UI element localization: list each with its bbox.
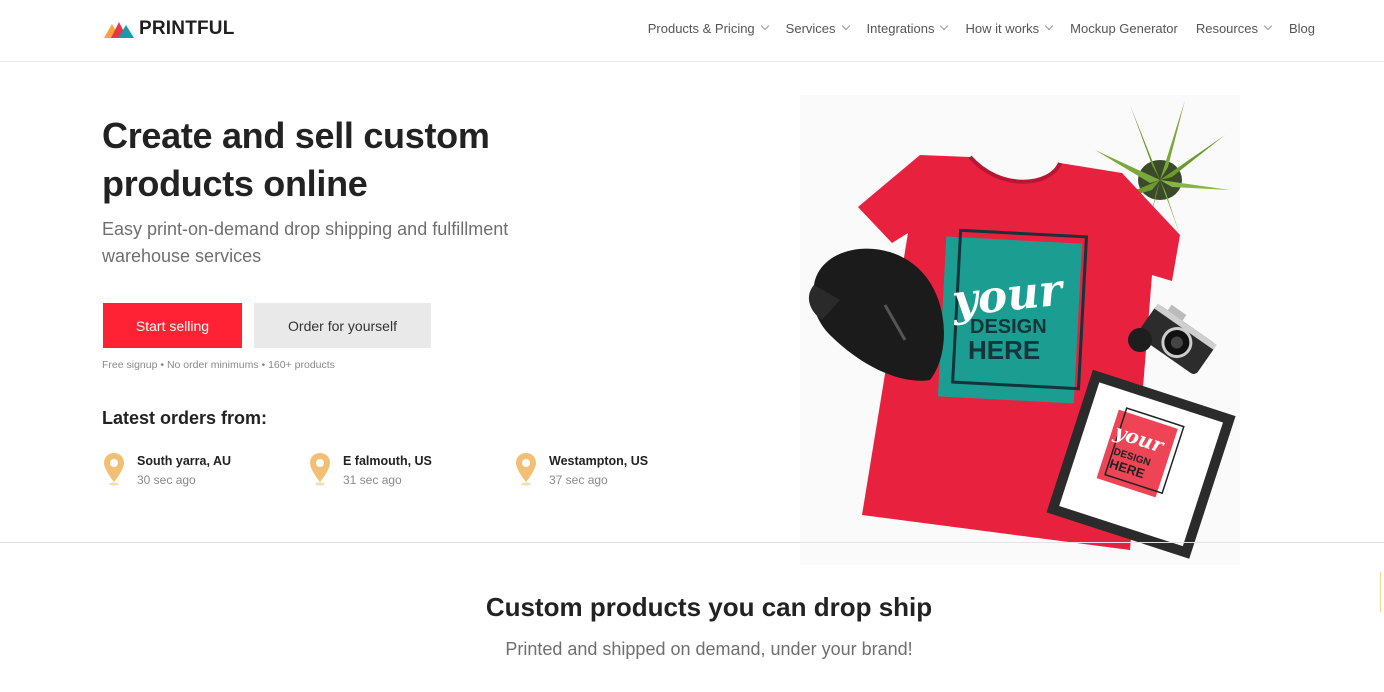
mountain-logo-icon — [104, 22, 134, 38]
nav-label: Services — [785, 20, 836, 36]
order-time: 30 sec ago — [137, 473, 196, 487]
order-item: South yarra, AU 30 sec ago — [103, 452, 231, 490]
location-pin-icon — [104, 453, 124, 486]
hero-product-image: your DESIGN HERE your DESIGN HERE — [800, 95, 1240, 565]
chevron-down-icon — [1044, 21, 1054, 31]
nav-label: How it works — [965, 20, 1040, 36]
order-item: Westampton, US 37 sec ago — [515, 452, 648, 490]
nav-mockup-generator[interactable]: Mockup Generator — [1070, 21, 1178, 36]
hero-title: Create and sell custom products online — [102, 112, 622, 208]
brand-name: PRINTFUL — [139, 18, 235, 39]
nav-label: Blog — [1288, 20, 1315, 36]
chevron-down-icon — [1263, 21, 1273, 31]
tshirt-flatlay-illustration: your DESIGN HERE your DESIGN HERE — [808, 100, 1236, 559]
hero-subtitle: Easy print-on-demand drop shipping and f… — [102, 219, 509, 266]
nav-label: Resources — [1195, 20, 1258, 36]
order-location: E falmouth, US — [343, 454, 432, 468]
location-pin-icon — [516, 453, 536, 486]
nav-services[interactable]: Services — [785, 20, 850, 36]
order-time: 31 sec ago — [343, 473, 402, 487]
chevron-down-icon — [940, 21, 949, 31]
latest-orders-title: Latest orders from: — [102, 408, 268, 428]
nav-products-pricing[interactable]: Products & Pricing — [647, 20, 769, 36]
section-subtitle: Printed and shipped on demand, under you… — [505, 639, 913, 659]
order-item: E falmouth, US 31 sec ago — [309, 452, 432, 490]
nav-label: Integrations — [866, 20, 935, 36]
order-location: Westampton, US — [549, 454, 649, 468]
nav-integrations[interactable]: Integrations — [866, 20, 949, 36]
main-nav: Products & Pricing Services Integrations… — [648, 19, 1315, 37]
section-title: Custom products you can drop ship — [485, 592, 933, 622]
order-location: South yarra, AU — [137, 454, 232, 468]
shirt-print-text-3: HERE — [968, 335, 1040, 365]
nav-label: Products & Pricing — [647, 20, 755, 36]
order-for-yourself-button[interactable]: Order for yourself — [254, 303, 431, 348]
hero-title-line-2: products online — [102, 163, 368, 204]
location-pin-icon — [310, 453, 330, 486]
start-selling-button[interactable]: Start selling — [103, 303, 242, 348]
chevron-down-icon — [760, 21, 769, 31]
hero-title-line-1: Create and sell custom — [102, 115, 490, 156]
hero-perks: Free signup • No order minimums • 160+ p… — [102, 359, 335, 371]
chevron-down-icon — [841, 21, 850, 31]
nav-blog[interactable]: Blog — [1289, 21, 1315, 36]
nav-label: Mockup Generator — [1070, 20, 1178, 36]
section-divider — [0, 542, 1384, 543]
brand-logo[interactable]: PRINTFUL — [104, 17, 235, 41]
order-time: 37 sec ago — [549, 473, 608, 487]
site-header: PRINTFUL Products & Pricing Services Int… — [0, 0, 1384, 62]
nav-resources[interactable]: Resources — [1195, 20, 1273, 36]
nav-how-it-works[interactable]: How it works — [965, 20, 1054, 36]
